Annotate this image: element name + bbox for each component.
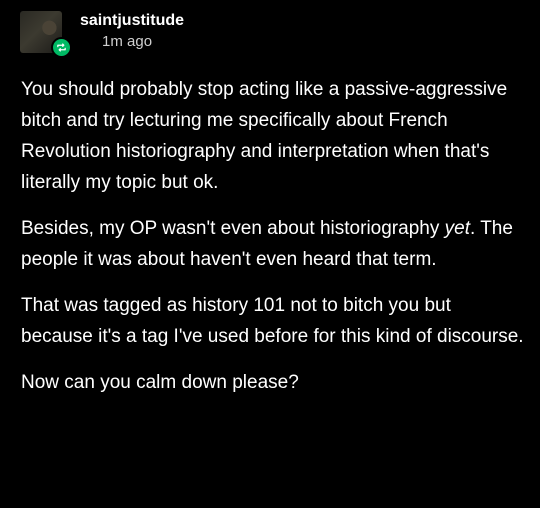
- post-paragraph-3: That was tagged as history 101 not to bi…: [21, 295, 524, 347]
- paragraph-2-italic: yet: [444, 218, 470, 239]
- post-paragraph-4: Now can you calm down please?: [21, 372, 299, 393]
- username-link[interactable]: saintjustitude: [80, 11, 184, 31]
- post-header: saintjustitude 1m ago: [20, 11, 184, 58]
- reblog-icon: [51, 37, 72, 58]
- post-timestamp[interactable]: 1m ago: [102, 33, 184, 51]
- avatar[interactable]: [20, 11, 72, 58]
- post-body: You should probably stop acting like a p…: [21, 74, 526, 413]
- post-paragraph-1: You should probably stop acting like a p…: [21, 79, 508, 193]
- post-meta: saintjustitude 1m ago: [74, 11, 184, 51]
- paragraph-2-lead: Besides, my OP wasn't even about histori…: [21, 218, 445, 239]
- reblog-arrows-icon: [57, 43, 66, 52]
- post-paragraph-2: Besides, my OP wasn't even about histori…: [21, 213, 526, 275]
